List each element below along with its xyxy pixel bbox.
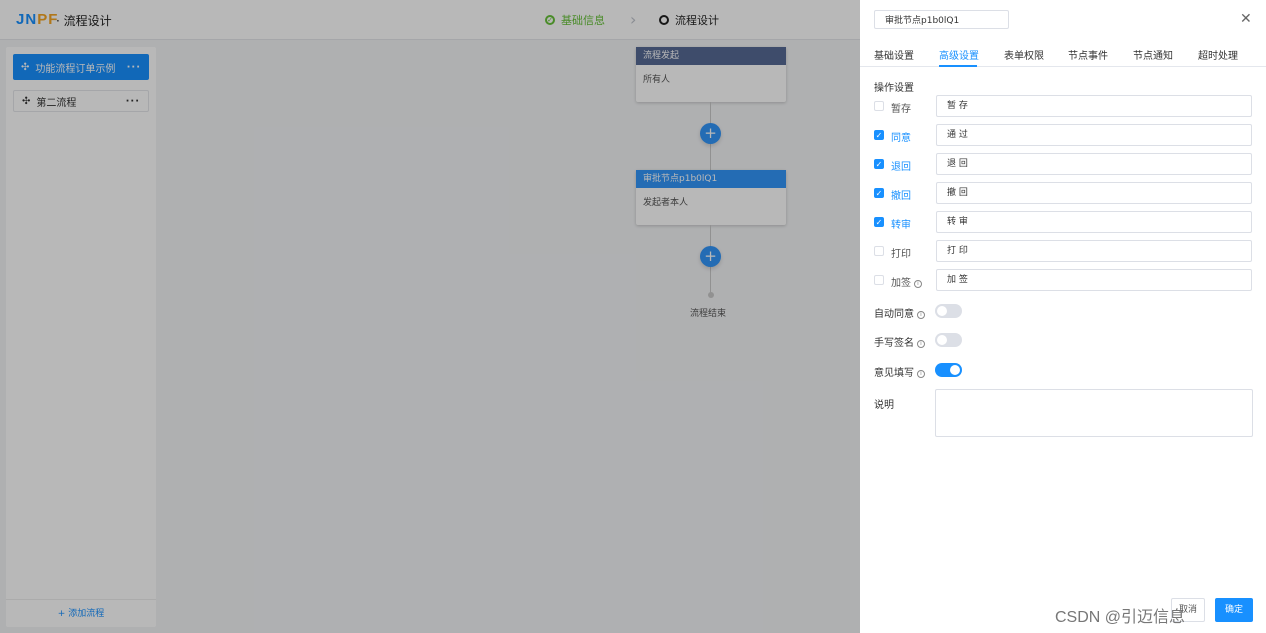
switch-label: 手写签名 i	[874, 334, 925, 349]
tab-timeout[interactable]: 超时处理	[1198, 47, 1238, 62]
operation-row-print: 打印 打 印	[874, 240, 1252, 262]
info-icon[interactable]: i	[914, 280, 922, 288]
countersign-label-input[interactable]: 加 签	[936, 269, 1252, 291]
operation-row-reject: ✓ 退回 退 回	[874, 153, 1252, 175]
recall-label-input[interactable]: 撤 回	[936, 182, 1252, 204]
save-checkbox[interactable]	[874, 101, 884, 111]
operation-row-save: 暂存 暂 存	[874, 95, 1252, 117]
transfer-checkbox[interactable]: ✓	[874, 217, 884, 227]
operation-label: 同意	[891, 133, 911, 144]
switch-label: 意见填写 i	[874, 364, 925, 379]
switch-label: 自动同意 i	[874, 305, 925, 320]
print-label-input[interactable]: 打 印	[936, 240, 1252, 262]
operation-label: 暂存	[891, 104, 911, 115]
tab-node-events[interactable]: 节点事件	[1068, 47, 1108, 62]
description-textarea[interactable]	[935, 389, 1253, 437]
operation-label: 撤回	[891, 191, 911, 202]
settings-tabs: 基础设置 高级设置 表单权限 节点事件 节点通知 超时处理	[860, 44, 1266, 67]
signature-switch[interactable]	[935, 333, 962, 347]
node-name-input[interactable]	[874, 10, 1009, 29]
info-icon[interactable]: i	[917, 340, 925, 348]
approve-label-input[interactable]: 通 过	[936, 124, 1252, 146]
operation-label: 退回	[891, 162, 911, 173]
info-icon[interactable]: i	[917, 370, 925, 378]
operation-row-countersign: 加签 i 加 签	[874, 269, 1252, 291]
confirm-button[interactable]: 确定	[1215, 598, 1253, 622]
tab-form-permission[interactable]: 表单权限	[1004, 47, 1044, 62]
close-icon[interactable]: ✕	[1240, 12, 1252, 26]
tab-node-notify[interactable]: 节点通知	[1133, 47, 1173, 62]
transfer-label-input[interactable]: 转 审	[936, 211, 1252, 233]
active-tab-indicator	[939, 65, 977, 67]
description-label: 说明	[874, 400, 894, 411]
section-title: 操作设置	[874, 83, 914, 94]
operation-label: 转审	[891, 220, 911, 231]
watermark: CSDN @引迈信息	[1055, 609, 1186, 626]
print-checkbox[interactable]	[874, 246, 884, 256]
countersign-checkbox[interactable]	[874, 275, 884, 285]
save-label-input[interactable]: 暂 存	[936, 95, 1252, 117]
operation-row-transfer: ✓ 转审 转 审	[874, 211, 1252, 233]
reject-checkbox[interactable]: ✓	[874, 159, 884, 169]
operation-row-recall: ✓ 撤回 撤 回	[874, 182, 1252, 204]
tab-advanced[interactable]: 高级设置	[939, 47, 979, 62]
operation-label: 加签 i	[891, 274, 922, 289]
operation-label: 打印	[891, 249, 911, 260]
tab-basic[interactable]: 基础设置	[874, 47, 914, 62]
auto-approve-switch[interactable]	[935, 304, 962, 318]
operation-row-approve: ✓ 同意 通 过	[874, 124, 1252, 146]
approve-checkbox[interactable]: ✓	[874, 130, 884, 140]
modal-overlay[interactable]	[0, 0, 860, 633]
info-icon[interactable]: i	[917, 311, 925, 319]
recall-checkbox[interactable]: ✓	[874, 188, 884, 198]
node-settings-drawer: ✕ 基础设置 高级设置 表单权限 节点事件 节点通知 超时处理 操作设置 暂存 …	[860, 0, 1266, 633]
opinion-switch[interactable]	[935, 363, 962, 377]
reject-label-input[interactable]: 退 回	[936, 153, 1252, 175]
